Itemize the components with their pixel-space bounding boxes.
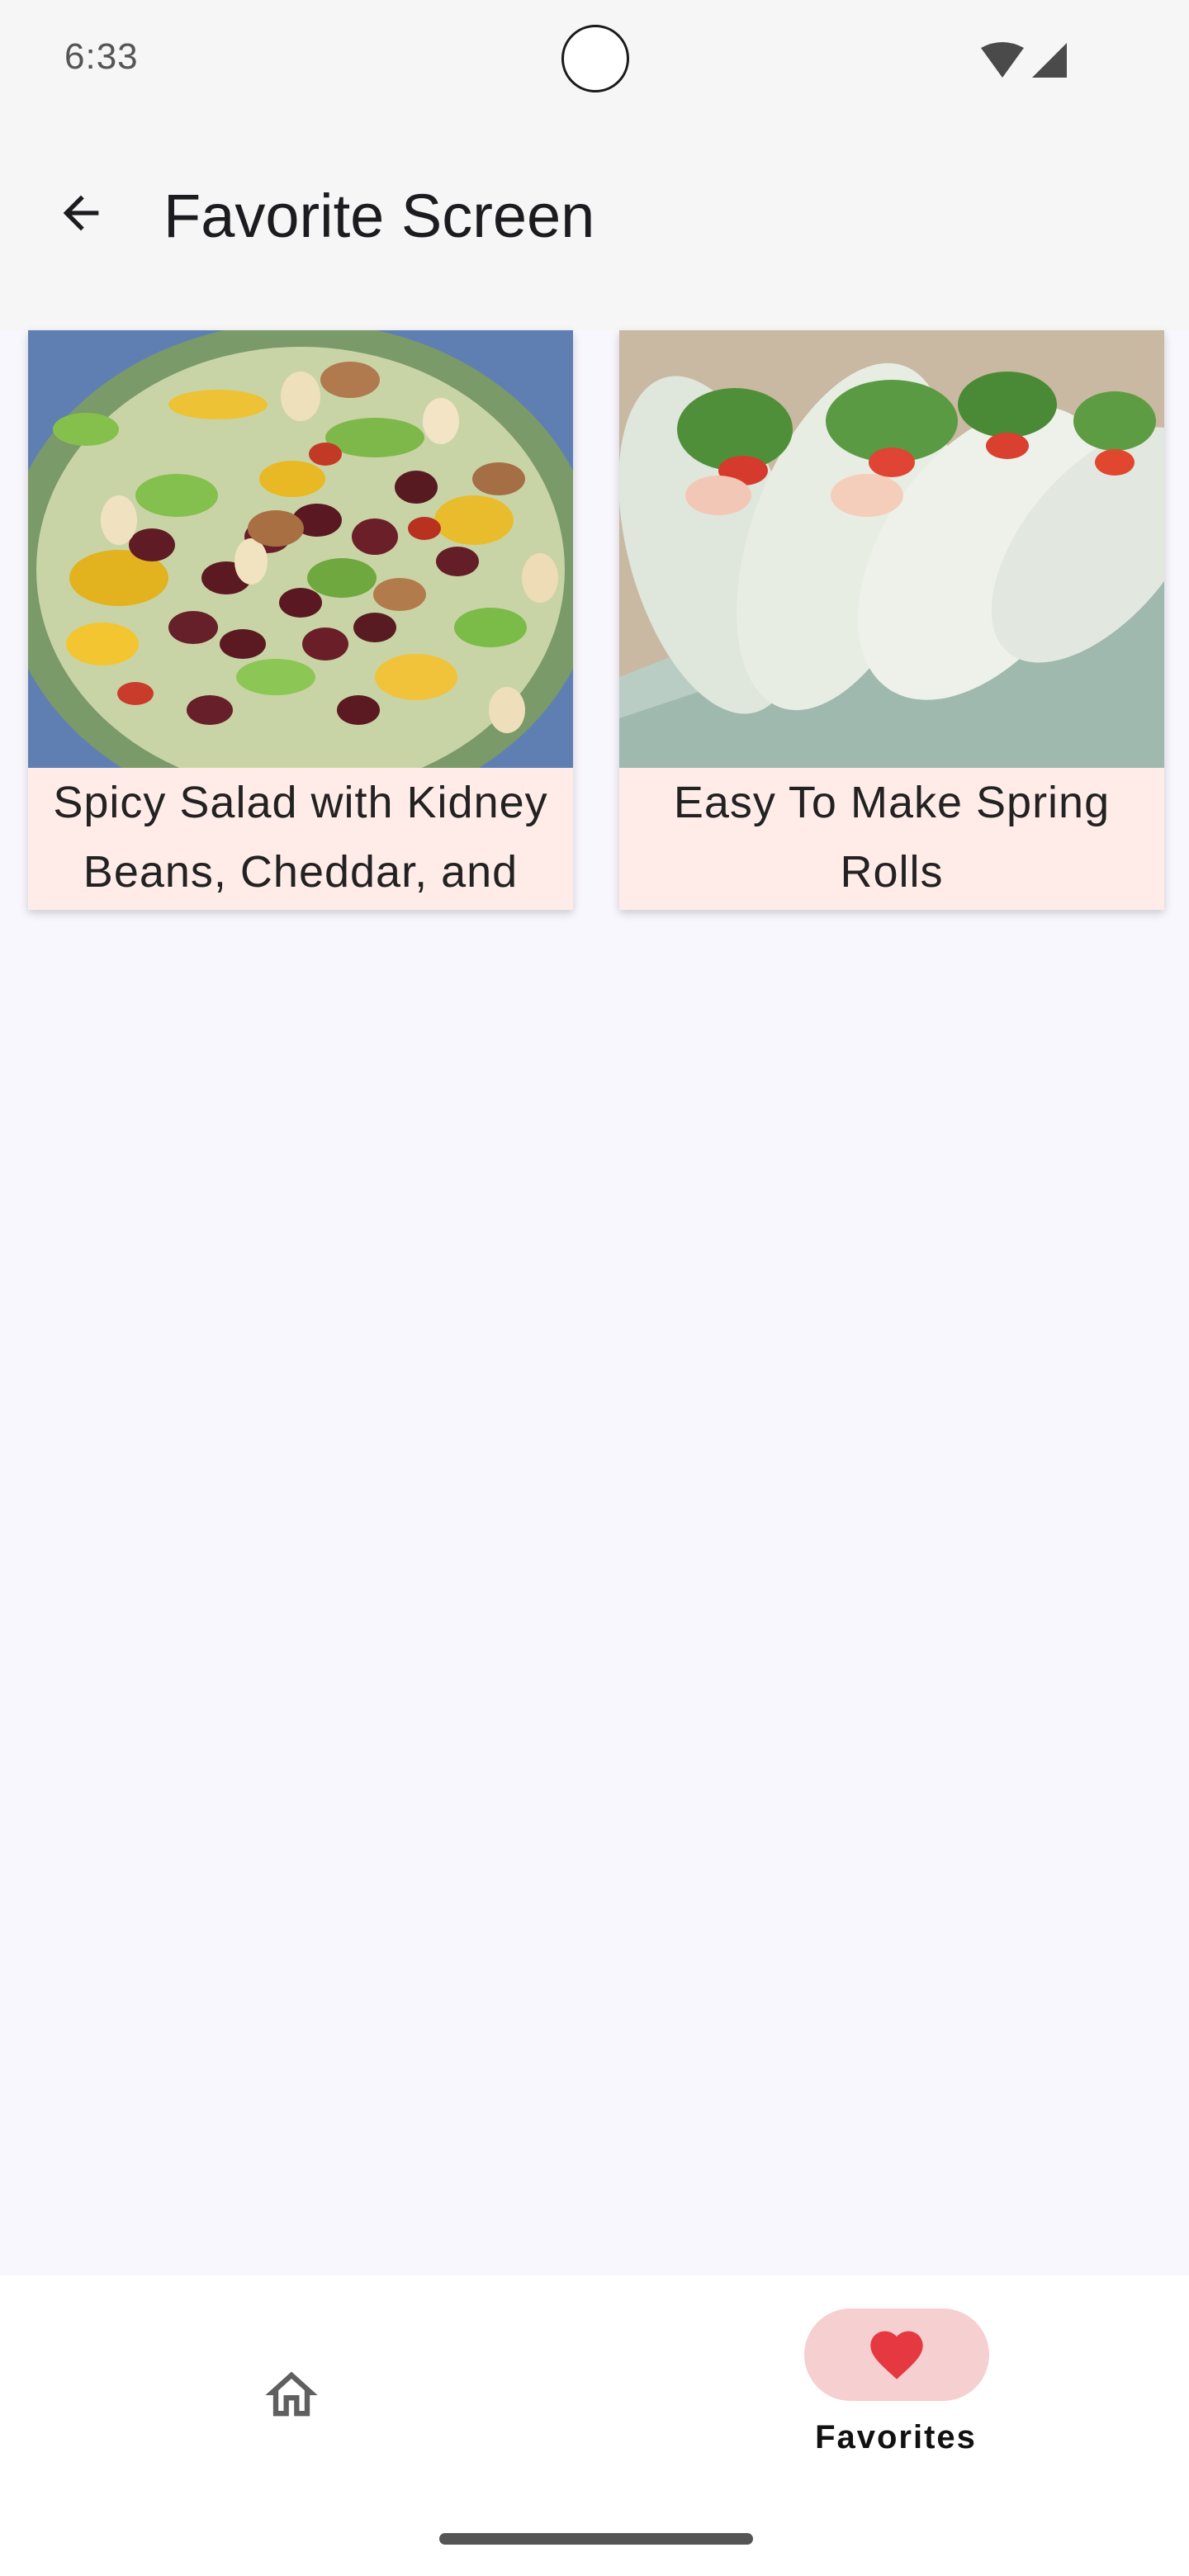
bottom-navigation: Favorites [0, 2275, 1189, 2576]
favorite-card-spicy-salad[interactable]: Spicy Salad with Kidney Beans, Cheddar, … [28, 330, 573, 910]
status-bar: 6:33 [0, 0, 1189, 119]
heart-icon [870, 2331, 923, 2379]
favorite-card-spring-rolls[interactable]: Easy To Make Spring Rolls [619, 330, 1164, 910]
nav-favorites-label: Favorites [815, 2419, 977, 2455]
nav-favorites-button[interactable]: Favorites [793, 2308, 999, 2474]
spring-rolls-image [619, 330, 1164, 768]
wifi-icon [981, 42, 1024, 78]
status-time: 6:33 [64, 36, 139, 77]
favorite-card-title: Easy To Make Spring Rolls [673, 778, 1111, 897]
gesture-home-indicator[interactable] [439, 2533, 753, 2545]
favorites-indicator-pill [804, 2308, 989, 2401]
favorite-card-title: Spicy Salad with Kidney Beans, Cheddar, … [53, 778, 548, 897]
page-title: Favorite Screen [163, 182, 595, 250]
signal-icon [1032, 43, 1067, 78]
top-app-bar: Favorite Screen [0, 119, 1189, 330]
camera-cutout [561, 25, 629, 92]
arrow-back-icon [63, 195, 99, 231]
back-button[interactable] [40, 172, 122, 254]
home-icon [265, 2371, 318, 2417]
salad-image [28, 330, 573, 768]
nav-home-button[interactable] [239, 2343, 343, 2447]
status-icons [981, 42, 1067, 78]
